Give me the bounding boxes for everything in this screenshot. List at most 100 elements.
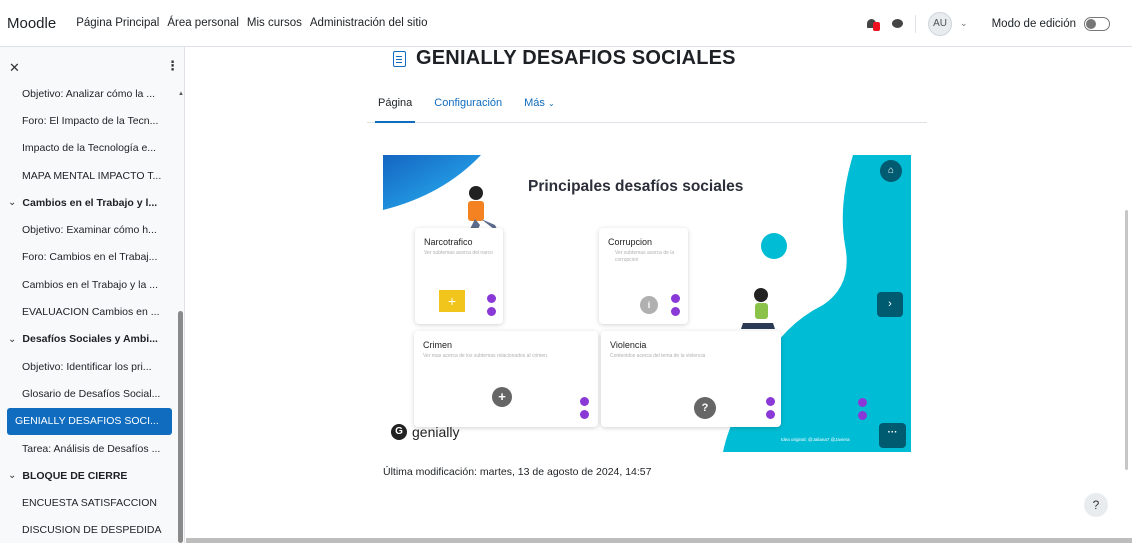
- course-index-item[interactable]: MAPA MENTAL IMPACTO T...: [0, 162, 175, 189]
- course-section[interactable]: ⌄ Cambios en el Trabajo y l...: [0, 189, 175, 216]
- card-subtitle: Contenidos acerca del tema de la violenc…: [610, 353, 706, 359]
- kebab-menu-icon[interactable]: ⋮: [166, 58, 179, 74]
- course-index-label: BLOQUE DE CIERRE: [22, 469, 128, 482]
- help-button[interactable]: ?: [1084, 493, 1108, 517]
- edit-mode-label: Modo de edición: [991, 17, 1076, 30]
- course-index-item[interactable]: Objetivo: Analizar cómo la ...: [0, 80, 175, 107]
- card-crimen[interactable]: Crimen Ver mas acerca de los subtemas re…: [414, 331, 598, 427]
- genially-logo-icon: G: [391, 424, 407, 440]
- course-index-item[interactable]: Objetivo: Identificar los pri...: [0, 353, 175, 380]
- course-index-list: Objetivo: Analizar cómo la ... Foro: El I…: [0, 80, 175, 543]
- card-corrupcion[interactable]: Corrupcion Ver subtemas acerca de la cor…: [599, 228, 688, 324]
- tab-more[interactable]: Más ⌄: [513, 88, 566, 122]
- course-index-item[interactable]: GENIALLY DESAFIOS SOCI...: [7, 407, 172, 435]
- card-subtitle: Ver subtemas acerca de la corrupcion: [615, 250, 675, 263]
- card-subtitle: Ver mas acerca de los subtemas relaciona…: [423, 353, 549, 359]
- nav-my-courses[interactable]: Mis cursos: [247, 17, 302, 29]
- page-document-icon: [393, 50, 406, 67]
- plus-icon[interactable]: +: [439, 290, 465, 312]
- tab-more-label: Más: [524, 97, 545, 109]
- primary-navigation: Página Principal Área personal Mis curso…: [76, 17, 427, 29]
- chevron-down-icon[interactable]: ⌄: [960, 18, 968, 29]
- page-header: GENIALLY DESAFIOS SOCIALES: [393, 47, 736, 70]
- next-arrow-button[interactable]: ›: [877, 292, 903, 317]
- nav-home[interactable]: Página Principal: [76, 17, 159, 29]
- course-index-label: Foro: Cambios en el Trabaj...: [22, 251, 158, 264]
- horizontal-scrollbar[interactable]: [186, 538, 1132, 543]
- info-dot-icon[interactable]: [766, 397, 775, 406]
- chevron-down-icon[interactable]: ⌄: [8, 470, 16, 481]
- nav-site-admin[interactable]: Administración del sitio: [310, 17, 428, 29]
- edit-mode-toggle[interactable]: [1084, 16, 1110, 31]
- course-index-item[interactable]: EVALUACION Cambios en ...: [0, 298, 175, 325]
- card-subtitle: Ver subtemas acerca del narco: [424, 250, 493, 256]
- genially-heading: Principales desafíos sociales: [528, 178, 744, 195]
- notifications-icon[interactable]: [866, 17, 881, 31]
- info-dot-icon[interactable]: [671, 307, 680, 316]
- drawer-scrollbar[interactable]: [178, 311, 183, 543]
- divider: [915, 14, 917, 33]
- tab-settings[interactable]: Configuración: [423, 88, 513, 122]
- course-index-item[interactable]: Impacto de la Tecnología e...: [0, 135, 175, 162]
- messages-icon[interactable]: [892, 19, 904, 28]
- genially-logo: G genially: [391, 424, 459, 440]
- course-index-item[interactable]: Foro: El Impacto de la Tecn...: [0, 107, 175, 134]
- course-index-item[interactable]: Glosario de Desafíos Social...: [0, 380, 175, 407]
- main-content: GENIALLY DESAFIOS SOCIALES Página Config…: [186, 47, 1132, 543]
- genially-logo-text: genially: [412, 424, 460, 440]
- info-dot-icon[interactable]: [580, 410, 589, 419]
- course-index-label: EVALUACION Cambios en ...: [22, 306, 160, 319]
- course-index-item[interactable]: Objetivo: Examinar cómo h...: [0, 216, 175, 243]
- top-navbar: Moodle Página Principal Área personal Mi…: [0, 0, 1132, 47]
- secondary-navigation: Página Configuración Más ⌄: [367, 88, 927, 123]
- chevron-down-icon: ⌄: [547, 99, 555, 108]
- course-index-label: Desafíos Sociales y Ambi...: [22, 333, 158, 346]
- course-index-label: GENIALLY DESAFIOS SOCI...: [15, 415, 159, 428]
- card-violencia[interactable]: Violencia Contenidos acerca del tema de …: [601, 331, 781, 427]
- course-index-label: Cambios en el Trabajo y la ...: [22, 278, 158, 291]
- scroll-up-arrow-icon[interactable]: ▲: [178, 91, 184, 97]
- course-section[interactable]: ⌄ Desafíos Sociales y Ambi...: [0, 326, 175, 353]
- page-scrollbar[interactable]: [1125, 210, 1128, 470]
- card-title: Corrupcion: [608, 237, 653, 247]
- chevron-down-icon[interactable]: ⌄: [8, 197, 16, 208]
- plus-circle-icon[interactable]: +: [492, 387, 512, 407]
- course-index-label: Objetivo: Examinar cómo h...: [22, 224, 157, 237]
- chevron-down-icon[interactable]: ⌄: [8, 334, 16, 345]
- info-dot-icon[interactable]: [487, 294, 496, 303]
- course-index-drawer: ✕ ⋮ Objetivo: Analizar cómo la ... Foro: …: [0, 47, 185, 543]
- course-section[interactable]: ⌄ BLOQUE DE CIERRE: [0, 462, 175, 489]
- girl-illustration: [741, 288, 775, 329]
- last-modified-text: Última modificación: martes, 13 de agost…: [383, 466, 652, 478]
- genially-embed[interactable]: ⌂ Principales desafíos sociales Narcotra…: [383, 155, 911, 452]
- info-dot-icon[interactable]: [487, 307, 496, 316]
- course-index-item[interactable]: DISCUSION DE DESPEDIDA: [0, 517, 175, 543]
- site-brand[interactable]: Moodle: [7, 15, 56, 32]
- course-index-label: Glosario de Desafíos Social...: [22, 387, 161, 400]
- more-options-button[interactable]: ···: [879, 423, 906, 448]
- course-index-label: Objetivo: Identificar los pri...: [22, 360, 152, 373]
- course-index-label: Cambios en el Trabajo y l...: [22, 196, 158, 209]
- course-index-label: MAPA MENTAL IMPACTO T...: [22, 169, 162, 182]
- info-dot-icon[interactable]: [671, 294, 680, 303]
- info-dot-icon[interactable]: [766, 410, 775, 419]
- close-icon[interactable]: ✕: [9, 60, 20, 76]
- course-index-item[interactable]: Foro: Cambios en el Trabaj...: [0, 244, 175, 271]
- course-index-label: Foro: El Impacto de la Tecn...: [22, 114, 159, 127]
- tab-page[interactable]: Página: [367, 88, 423, 123]
- nav-dashboard[interactable]: Área personal: [167, 17, 239, 29]
- info-dot-icon[interactable]: [858, 411, 867, 420]
- course-index-item[interactable]: ENCUESTA SATISFACCION: [0, 489, 175, 516]
- course-index-item[interactable]: Tarea: Análisis de Desafíos ...: [0, 435, 175, 462]
- course-index-item[interactable]: Cambios en el Trabajo y la ...: [0, 271, 175, 298]
- question-circle-icon[interactable]: ?: [694, 397, 716, 419]
- share-icon[interactable]: ⌂: [880, 160, 902, 182]
- info-dot-icon[interactable]: [858, 398, 867, 407]
- info-icon[interactable]: i: [640, 296, 658, 314]
- card-narcotrafico[interactable]: Narcotrafico Ver subtemas acerca del nar…: [415, 228, 503, 324]
- info-dot-icon[interactable]: [580, 397, 589, 406]
- author-credit: Idea original: @Jaliana7 @Javiera: [781, 437, 850, 442]
- card-title: Crimen: [423, 340, 453, 350]
- course-index-label: Impacto de la Tecnología e...: [22, 142, 157, 155]
- user-avatar[interactable]: AU: [928, 11, 953, 36]
